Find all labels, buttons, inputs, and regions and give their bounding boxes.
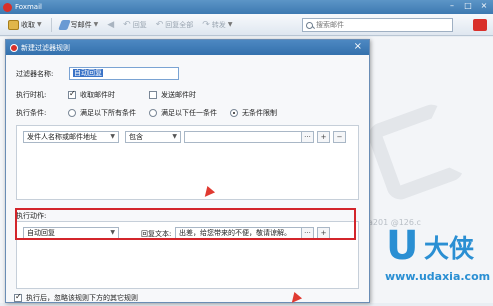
reply-all-icon: ↶	[155, 19, 164, 30]
back-button[interactable]: ◀	[107, 17, 114, 33]
send-checkbox-label: 发送邮件时	[161, 91, 196, 99]
condition-add-button[interactable]: +	[317, 131, 330, 143]
condition-operator-value: 包含	[129, 133, 143, 141]
condition-row: 执行条件:	[16, 108, 46, 118]
dialog-title: 新建过滤器规则	[21, 43, 70, 52]
cond-none-radio-row[interactable]: 无条件限制	[230, 108, 277, 118]
cond-any-radio-row[interactable]: 满足以下任一条件	[149, 108, 217, 118]
ignore-rules-label: 执行后，忽略该规则下方的其它规则	[26, 294, 138, 302]
watermark-brand: 大侠	[424, 234, 475, 263]
send-checkbox-row[interactable]: 发送邮件时	[149, 90, 196, 100]
write-label: 写邮件	[70, 20, 92, 29]
minimize-button[interactable]: –	[447, 2, 457, 11]
chevron-down-icon: ▼	[227, 21, 233, 28]
condition-panel: 发件人名称或邮件地址 ▼ 包含 ▼ ··· + −	[16, 125, 359, 200]
cond-any-radio[interactable]	[149, 109, 157, 117]
forward-icon: ↷	[202, 19, 210, 30]
reply-all-button[interactable]: ↶ 回复全部	[156, 17, 194, 33]
filter-name-label: 过滤器名称:	[16, 70, 54, 78]
dialog-title-bar: 新建过滤器规则 ×	[6, 40, 369, 55]
send-checkbox[interactable]	[149, 91, 157, 99]
write-mail-button[interactable]: 写邮件 ▼	[57, 17, 99, 33]
timing-label: 执行时机:	[16, 91, 47, 99]
window-close-button[interactable]: ×	[479, 2, 489, 11]
filter-name-input[interactable]: 自动回复	[69, 67, 179, 80]
receive-button[interactable]: 收取 ▼	[8, 17, 42, 33]
condition-label: 执行条件:	[16, 109, 47, 117]
ignore-rules-checkbox[interactable]	[14, 292, 22, 302]
condition-field-value: 发件人名称或邮件地址	[27, 133, 97, 141]
reply-button[interactable]: ↶ 回复	[123, 17, 147, 33]
search-placeholder: 搜索邮件	[316, 21, 344, 29]
chevron-down-icon: ▼	[37, 21, 42, 28]
menu-icon[interactable]	[473, 19, 487, 31]
condition-more-button[interactable]: ···	[301, 131, 314, 143]
watermark-u: U	[386, 223, 419, 269]
action-highlight-box	[15, 208, 356, 240]
reply-icon: ↶	[123, 19, 131, 30]
forward-button[interactable]: ↷ 转发 ▼	[202, 17, 232, 33]
inbox-icon	[8, 19, 19, 30]
app-title: Foxmail	[15, 3, 42, 11]
cond-none-radio[interactable]	[230, 109, 238, 117]
back-arrow-icon: ◀	[107, 19, 115, 30]
search-icon	[306, 21, 313, 29]
cond-all-label: 满足以下所有条件	[80, 109, 136, 117]
cond-all-radio-row[interactable]: 满足以下所有条件	[68, 108, 136, 118]
chevron-down-icon: ▼	[110, 133, 115, 140]
chevron-down-icon: ▼	[172, 133, 177, 140]
reply-label: 回复	[132, 20, 147, 29]
search-input[interactable]: 搜索邮件	[302, 18, 453, 32]
receive-checkbox[interactable]	[68, 89, 76, 99]
forward-label: 转发	[211, 20, 226, 29]
watermark-url: www.udaxia.com	[385, 270, 491, 283]
maximize-button[interactable]: □	[463, 2, 473, 11]
condition-operator-select[interactable]: 包含 ▼	[125, 131, 181, 143]
receive-label: 收取	[21, 20, 35, 29]
main-title-bar: Foxmail – □ ×	[0, 0, 493, 14]
cond-all-radio[interactable]	[68, 109, 76, 117]
condition-remove-button[interactable]: −	[333, 131, 346, 143]
reply-all-label: 回复全部	[165, 20, 194, 29]
receive-checkbox-row[interactable]: 收取邮件时	[68, 89, 115, 100]
condition-value-input[interactable]	[184, 131, 310, 143]
foxmail-logo-icon	[10, 43, 18, 52]
chevron-down-icon: ▼	[93, 21, 99, 28]
dialog-close-button[interactable]: ×	[354, 41, 362, 52]
condition-field-select[interactable]: 发件人名称或邮件地址 ▼	[23, 131, 119, 143]
filter-name-row: 过滤器名称:	[16, 69, 53, 79]
foxmail-logo-icon	[3, 2, 12, 12]
receive-checkbox-label: 收取邮件时	[80, 91, 115, 99]
ignore-rules-row[interactable]: 执行后，忽略该规则下方的其它规则	[14, 292, 138, 303]
cond-none-label: 无条件限制	[242, 109, 277, 117]
toolbar-divider	[50, 17, 52, 32]
filter-name-value: 自动回复	[73, 69, 103, 77]
cond-any-label: 满足以下任一条件	[161, 109, 217, 117]
new-filter-rule-dialog: 新建过滤器规则 × 过滤器名称: 自动回复 执行时机: 收取邮件时 发送邮件时 …	[5, 39, 370, 303]
timing-row: 执行时机:	[16, 90, 46, 100]
pen-icon	[57, 19, 71, 30]
